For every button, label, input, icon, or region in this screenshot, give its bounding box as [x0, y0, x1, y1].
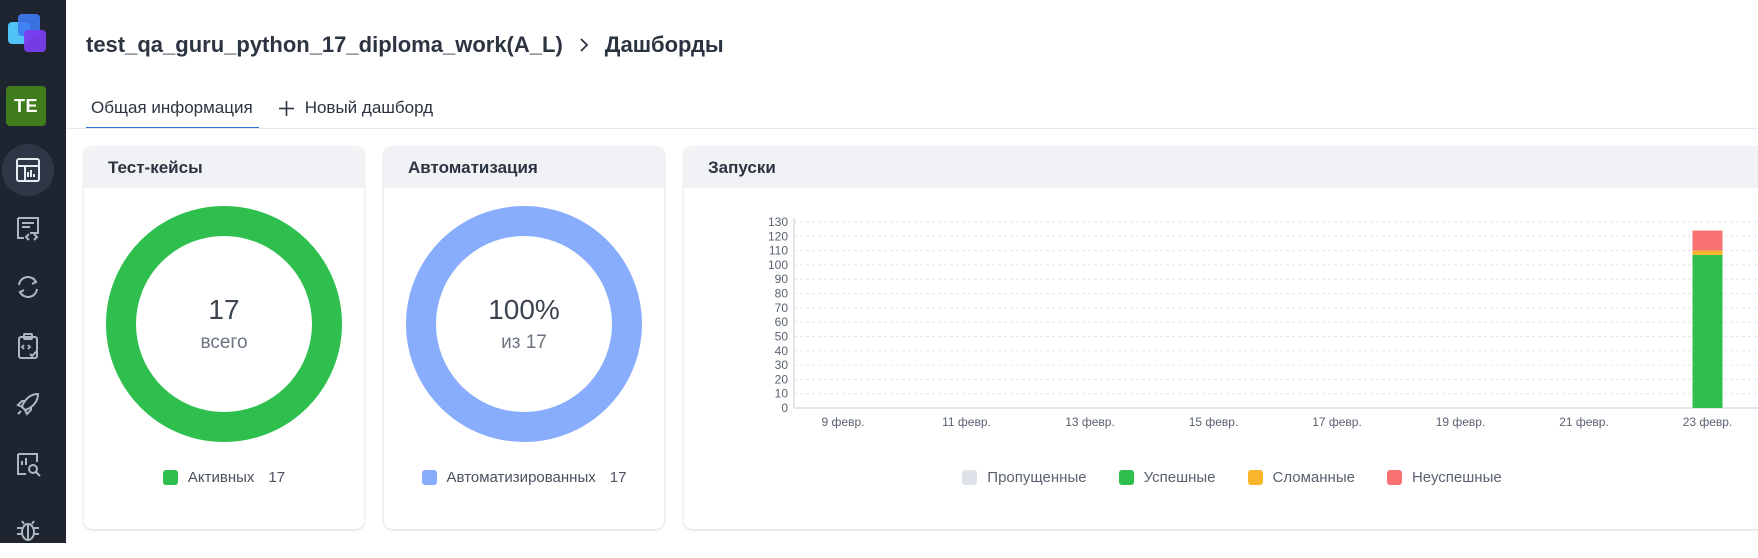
rocket-icon: [16, 392, 40, 416]
app-logo[interactable]: [6, 12, 52, 58]
chart-legend-item[interactable]: Сломанные: [1247, 469, 1355, 486]
y-tick-label: 90: [775, 272, 789, 286]
widget-testcases: Тест-кейсы 17 всего Активных 17: [84, 147, 364, 529]
nav-defects[interactable]: [0, 502, 56, 558]
nav-dashboards[interactable]: [2, 144, 54, 196]
chart-legend-item[interactable]: Пропущенные: [962, 469, 1087, 486]
y-tick-label: 40: [775, 344, 789, 358]
legend-label: Активных: [187, 469, 255, 486]
nav-testplans[interactable]: [0, 318, 56, 374]
bar-segment: [1692, 230, 1723, 251]
legend-swatch: [1386, 470, 1402, 485]
legend-label: Автоматизированных: [446, 469, 596, 486]
x-tick-label: 9 февр.: [822, 415, 865, 429]
page-title: Дашборды: [604, 32, 724, 57]
nav-testcases[interactable]: [0, 200, 56, 256]
y-tick-label: 0: [781, 401, 788, 415]
bar-segment: [1692, 250, 1723, 255]
y-tick-label: 20: [775, 372, 789, 386]
y-tick-label: 10: [775, 387, 789, 401]
donut-legend: Активных 17: [84, 469, 364, 486]
y-tick-label: 60: [775, 315, 789, 329]
widget-launches: Запуски 0 10 20 30 40 50 60 70 80 90 100 110 120 130 9…: [684, 147, 1758, 529]
legend-count: 17: [609, 469, 627, 486]
donut-value: 17: [208, 294, 240, 325]
plus-icon: [278, 100, 294, 116]
x-tick-label: 11 февр.: [942, 415, 991, 429]
automation-donut[interactable]: 100% из 17: [406, 206, 642, 442]
launches-icon: [18, 276, 38, 298]
chart-legend-item[interactable]: Успешные: [1118, 469, 1216, 486]
defects-icon: [17, 520, 39, 541]
y-tick-label: 80: [775, 287, 789, 301]
donut-value: 100%: [488, 294, 560, 325]
testcases-donut[interactable]: 17 всего: [106, 206, 342, 442]
y-tick-label: 120: [768, 229, 788, 243]
widget-title: Тест-кейсы: [84, 147, 364, 188]
nav-launches[interactable]: [0, 259, 56, 315]
launches-chart[interactable]: 0102030405060708090100110120130 9 февр. 11…: [684, 188, 1758, 468]
tab-general-info[interactable]: Общая информация: [86, 92, 259, 129]
project-avatar[interactable]: TE: [6, 86, 46, 126]
x-tick-label: 19 февр.: [1436, 415, 1486, 429]
chart-legend-item[interactable]: Неуспешные: [1386, 469, 1502, 486]
legend-label: Неуспешные: [1411, 469, 1502, 486]
testcases-icon: [17, 217, 39, 241]
legend-swatch: [162, 470, 178, 485]
legend-label: Пропущенные: [987, 469, 1087, 486]
legend-swatch: [962, 470, 978, 485]
x-tick-label: 15 февр.: [1189, 415, 1239, 429]
y-tick-label: 130: [768, 215, 788, 229]
widget-title: Автоматизация: [384, 147, 664, 188]
bar-segment: [1692, 254, 1723, 408]
y-tick-label: 100: [768, 258, 788, 272]
tab-new-dashboard[interactable]: Новый дашборд: [273, 92, 439, 127]
nav-jobs[interactable]: [0, 376, 56, 432]
tabs-divider: [66, 128, 1758, 129]
nav-analytics[interactable]: [0, 436, 56, 492]
legend-swatch: [1118, 470, 1134, 485]
breadcrumb-project[interactable]: test_qa_guru_python_17_diploma_work(A_L): [86, 32, 563, 58]
sidebar: TE: [0, 0, 66, 543]
legend-count: 17: [268, 469, 286, 486]
legend-label: Успешные: [1143, 469, 1216, 486]
legend-swatch: [421, 470, 437, 485]
legend-swatch: [1247, 470, 1263, 485]
x-tick-label: 13 февр.: [1065, 415, 1115, 429]
donut-subtitle: из 17: [501, 332, 547, 353]
chart-legend: Пропущенные Успешные Сломанные Неуспешные: [684, 469, 1758, 486]
y-tick-label: 50: [775, 329, 789, 343]
y-tick-label: 30: [775, 358, 789, 372]
x-tick-label: 23 февр.: [1683, 415, 1733, 429]
x-tick-label: 21 февр.: [1559, 415, 1609, 429]
y-tick-label: 110: [769, 244, 788, 258]
widget-title: Запуски: [684, 147, 1758, 188]
x-tick-label: 17 февр.: [1312, 415, 1362, 429]
chevron-right-icon: [577, 38, 591, 52]
legend-label: Сломанные: [1272, 469, 1355, 486]
y-tick-label: 70: [775, 301, 789, 315]
new-dashboard-label: Новый дашборд: [304, 98, 434, 117]
dashboard-icon: [16, 158, 40, 182]
donut-subtitle: всего: [200, 332, 248, 353]
dashboard-tabs: Общая информация Новый дашборд: [86, 92, 439, 129]
donut-legend: Автоматизированных 17: [384, 469, 664, 486]
breadcrumb: test_qa_guru_python_17_diploma_work(A_L)…: [86, 30, 724, 60]
widget-automation: Автоматизация 100% из 17 Автоматизирован…: [384, 147, 664, 529]
analytics-icon: [17, 453, 41, 477]
testplans-icon: [18, 333, 38, 359]
